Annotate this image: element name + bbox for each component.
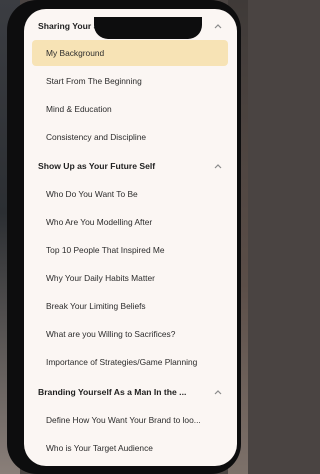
lesson-item-consistency-and-discipline[interactable]: Consistency and Discipline [32,124,228,150]
lesson-item-start-from-the-beginning[interactable]: Start From The Beginning [32,68,228,94]
lesson-label: Mind & Education [46,104,112,114]
lesson-label: Why Your Daily Habits Matter [46,273,155,283]
lesson-item-who-do-you-want-to-be[interactable]: Who Do You Want To Be [32,181,228,207]
lesson-item-strategies-game-planning[interactable]: Importance of Strategies/Game Planning [32,349,228,375]
lesson-item-my-background[interactable]: My Background [32,40,228,66]
chevron-up-icon [214,390,222,395]
lesson-label: Top 10 People That Inspired Me [46,245,165,255]
section-header-branding-yourself[interactable]: Branding Yourself As a Man In the ... [24,379,237,407]
section-title: Branding Yourself As a Man In the ... [38,387,187,397]
lesson-label: Who Do You Want To Be [46,189,138,199]
lesson-item-mind-education[interactable]: Mind & Education [32,96,228,122]
chevron-up-icon [214,24,222,29]
lesson-item-willing-to-sacrifice[interactable]: What are you Willing to Sacrifices? [32,321,228,347]
phone-notch [94,17,202,39]
lesson-label: Break Your Limiting Beliefs [46,301,146,311]
lesson-item-top-10-people[interactable]: Top 10 People That Inspired Me [32,237,228,263]
lesson-label: Consistency and Discipline [46,132,147,142]
lesson-label: Who is Your Target Audience [46,443,153,453]
lesson-item-daily-habits[interactable]: Why Your Daily Habits Matter [32,265,228,291]
lesson-item-who-are-you-modelling-after[interactable]: Who Are You Modelling After [32,209,228,235]
lesson-item-target-audience[interactable]: Who is Your Target Audience [32,435,228,461]
section-header-show-up[interactable]: Show Up as Your Future Self [24,153,237,181]
lesson-item-limiting-beliefs[interactable]: Break Your Limiting Beliefs [32,293,228,319]
section-title: Show Up as Your Future Self [38,161,156,171]
lesson-label: What are you Willing to Sacrifices? [46,329,176,339]
phone-frame: Sharing Your Story My Background Start F… [7,0,241,474]
lesson-label: Define How You Want Your Brand to loo... [46,415,201,425]
phone-screen: Sharing Your Story My Background Start F… [24,9,237,466]
lesson-label: Importance of Strategies/Game Planning [46,357,198,367]
lesson-item-define-your-brand[interactable]: Define How You Want Your Brand to loo... [32,407,228,433]
lesson-label: Who Are You Modelling After [46,217,153,227]
lesson-label: My Background [46,48,105,58]
chevron-up-icon [214,164,222,169]
lesson-label: Start From The Beginning [46,76,142,86]
